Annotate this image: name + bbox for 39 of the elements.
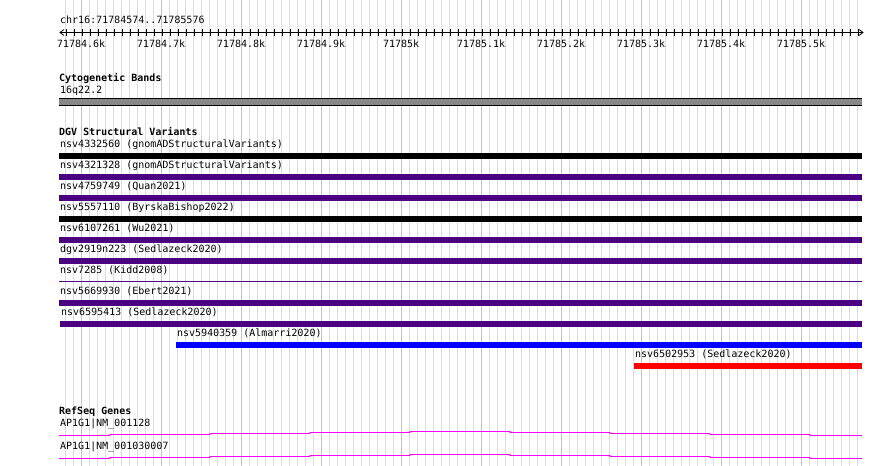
- tick-label: 71785.1k: [456, 38, 506, 51]
- variant-label: nsv5669930 (Ebert2021): [59, 286, 194, 298]
- tick-label: 71784.9k: [296, 38, 346, 51]
- variant-bar[interactable]: [59, 174, 862, 180]
- variant-label: nsv7285 (Kidd2008): [59, 265, 170, 277]
- gene-label: AP1G1|NM_001128: [59, 418, 152, 430]
- variant-bar[interactable]: [59, 300, 862, 306]
- variant-label: nsv4759749 (Quan2021): [59, 181, 188, 193]
- variant-bar[interactable]: [59, 152, 862, 158]
- track-title: DGV Structural Variants: [59, 126, 198, 139]
- variant-bar[interactable]: [59, 216, 862, 222]
- tick-label: 71785.3k: [616, 38, 666, 51]
- tick-label: 71785k: [382, 38, 420, 51]
- tick-label: 71785.5k: [776, 38, 826, 51]
- variant-bar[interactable]: [59, 194, 862, 200]
- gene-label: AP1G1|NM_001030007: [59, 441, 170, 453]
- tick-label: 71784.8k: [216, 38, 266, 51]
- track-title: Cytogenetic Bands: [59, 72, 162, 85]
- variant-bar[interactable]: [60, 320, 862, 326]
- variant-label: nsv5940359 (Almarri2020): [176, 328, 322, 340]
- variant-label: dgv2919n223 (Sedlazeck2020): [59, 244, 224, 256]
- variant-label: nsv4321328 (gnomADStructuralVariants): [59, 160, 284, 172]
- variant-label: nsv4332560 (gnomADStructuralVariants): [59, 139, 284, 151]
- tick-label: 71785.2k: [536, 38, 586, 51]
- variant-label: nsv5557110 (ByrskaBishop2022): [59, 202, 236, 214]
- tick-label: 71784.7k: [136, 38, 186, 51]
- gene-line-drawing[interactable]: [59, 454, 862, 459]
- track-title: RefSeq Genes: [59, 405, 132, 418]
- tick-label: 71785.4k: [696, 38, 746, 51]
- gene-line-drawing[interactable]: [59, 431, 862, 436]
- position-label: chr16:71784574..71785576: [59, 14, 206, 27]
- variant-label: nsv6107261 (Wu2021): [59, 223, 176, 235]
- tick-label: 71784.6k: [56, 38, 106, 51]
- variant-bar[interactable]: [176, 342, 862, 348]
- variant-bar[interactable]: [59, 258, 862, 264]
- variant-bar[interactable]: [59, 236, 862, 242]
- band-label: 16q22.2: [59, 85, 104, 97]
- variant-label: nsv6502953 (Sedlazeck2020): [634, 349, 793, 361]
- variant-label: nsv6595413 (Sedlazeck2020): [60, 307, 219, 319]
